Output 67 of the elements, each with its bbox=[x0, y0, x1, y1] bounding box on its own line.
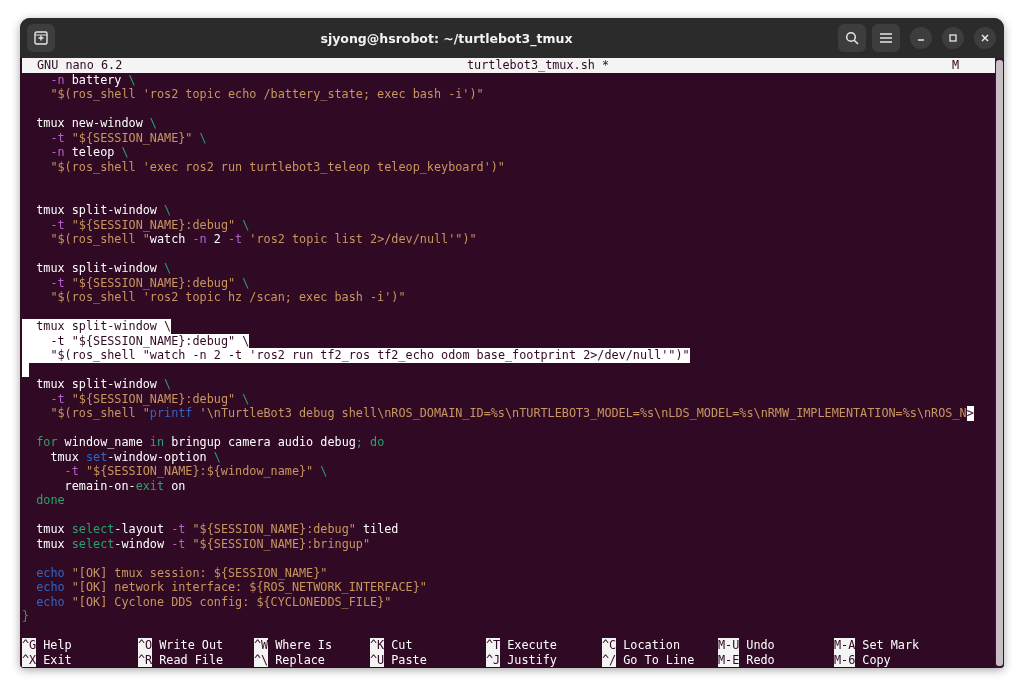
search-button[interactable] bbox=[838, 24, 866, 52]
code-line: -t "${SESSION_NAME}" \ bbox=[49, 130, 207, 145]
new-tab-icon bbox=[34, 31, 48, 45]
shortcut-label: Where Is bbox=[275, 638, 333, 653]
scrollbar[interactable] bbox=[995, 58, 1004, 668]
shortcut-key: M-A bbox=[834, 638, 856, 653]
shortcut-label: Justify bbox=[507, 652, 557, 667]
search-icon bbox=[845, 31, 859, 45]
editor-version: GNU nano 6.2 bbox=[37, 58, 123, 73]
shortcut-label: Copy bbox=[862, 652, 891, 667]
code-line: done bbox=[35, 493, 65, 508]
shortcut-label: Go To Line bbox=[623, 652, 695, 667]
code-line: } bbox=[22, 609, 30, 624]
code-line: tmux set-window-option \ bbox=[49, 449, 221, 464]
code-line: -n battery \ bbox=[49, 72, 136, 87]
minimize-button[interactable] bbox=[910, 27, 932, 49]
line-overflow-marker: > bbox=[966, 406, 974, 421]
shortcut-key: ^C bbox=[602, 638, 617, 653]
code-line: echo "[OK] tmux session: ${SESSION_NAME}" bbox=[35, 565, 328, 580]
file-name: turtlebot3_tmux.sh * bbox=[467, 58, 610, 73]
code-line: echo "[OK] Cyclone DDS config: ${CYCLONEDDS_FILE}" bbox=[35, 594, 392, 609]
shortcut-key: ^T bbox=[486, 638, 501, 653]
close-button[interactable] bbox=[974, 27, 996, 49]
shortcut-label: Paste bbox=[391, 652, 427, 667]
code-line: "$(ros_shell 'exec ros2 run turtlebot3_teleop teleop_keyboard')" bbox=[49, 159, 505, 174]
shortcut-key: M-U bbox=[718, 638, 740, 653]
code-line: "$(ros_shell "printf '\nTurtleBot3 debug shell\nROS_DOMAIN_ID=%s\nTURTLEBOT3_MODEL=%s\nLDS_MODEL=%s\nRMW_IMPLEMENTATION=%s\nROS_N bbox=[49, 406, 967, 421]
code-line: tmux split-window \ bbox=[35, 203, 172, 218]
code-line: for window_name in bringup camera audio debug; do bbox=[35, 435, 385, 450]
code-line: tmux new-window \ bbox=[35, 116, 157, 131]
shortcut-label: Exit bbox=[43, 652, 72, 667]
shortcut-label: Help bbox=[43, 638, 72, 653]
close-icon bbox=[980, 33, 990, 43]
code-line: tmux split-window \ bbox=[35, 377, 172, 392]
code-line: "$(ros_shell "watch -n 2 -t 'ros2 topic list 2>/dev/null'")" bbox=[49, 232, 477, 247]
code-line: -t "${SESSION_NAME}:debug" \ bbox=[49, 391, 250, 406]
maximize-icon bbox=[948, 33, 958, 43]
code-line: tmux select-window -t "${SESSION_NAME}:bringup" bbox=[35, 536, 371, 551]
code-line: -n teleop \ bbox=[49, 145, 129, 160]
menu-icon bbox=[880, 33, 892, 43]
menu-button[interactable] bbox=[872, 24, 900, 52]
code-line: -t "${SESSION_NAME}:debug" \ bbox=[49, 217, 250, 232]
shortcut-key: ^W bbox=[254, 638, 269, 653]
shortcut-label: Read File bbox=[159, 652, 224, 667]
code-line: remain-on-exit on bbox=[64, 478, 186, 493]
shortcut-label: Cut bbox=[391, 638, 413, 653]
code-line: -t "${SESSION_NAME}:${window_name}" \ bbox=[63, 464, 328, 479]
shortcut-label: Execute bbox=[507, 638, 557, 653]
maximize-button[interactable] bbox=[942, 27, 964, 49]
code-line: tmux split-window \ bbox=[35, 261, 172, 276]
new-tab-button[interactable] bbox=[27, 24, 55, 52]
shortcut-key: ^K bbox=[370, 638, 385, 653]
shortcut-key: ^G bbox=[22, 638, 37, 653]
modified-label: M bbox=[952, 58, 960, 73]
shortcut-label: Location bbox=[623, 638, 681, 653]
code-line: "$(ros_shell 'ros2 topic hz /scan; exec bash -i')" bbox=[49, 290, 406, 305]
shortcut-label: Replace bbox=[275, 652, 325, 667]
shortcut-label: Set Mark bbox=[862, 638, 920, 653]
code-line: "$(ros_shell 'ros2 topic echo /battery_state; exec bash -i')" bbox=[49, 87, 484, 102]
code-line: echo "[OK] network interface: ${ROS_NETWORK_INTERFACE}" bbox=[35, 580, 427, 595]
shortcut-label: Redo bbox=[746, 652, 775, 667]
window-title: sjyong@hsrobot: ~/turtlebot3_tmux bbox=[319, 30, 574, 46]
shortcut-label: Write Out bbox=[159, 638, 224, 653]
code-line: -t "${SESSION_NAME}:debug" \ bbox=[49, 275, 250, 290]
shortcut-label: Undo bbox=[746, 638, 775, 653]
shortcut-key: ^O bbox=[138, 638, 153, 653]
code-line: tmux select-layout -t "${SESSION_NAME}:debug" tiled bbox=[35, 522, 399, 537]
